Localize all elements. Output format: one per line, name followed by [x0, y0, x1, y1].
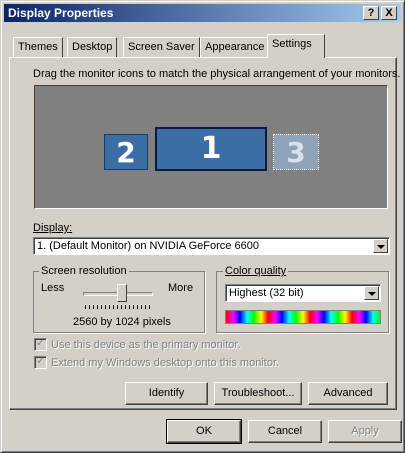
- primary-monitor-checkbox[interactable]: ✓: [34, 338, 47, 351]
- monitor-arrangement-area: 2 1 3: [34, 85, 388, 209]
- monitor-3[interactable]: 3: [273, 134, 319, 170]
- resolution-more-label: More: [168, 282, 194, 294]
- resolution-slider[interactable]: [83, 284, 153, 306]
- display-properties-window: Display Properties ? X Themes Desktop Sc…: [0, 0, 405, 453]
- title-bar[interactable]: Display Properties ? X: [4, 4, 401, 22]
- tab-appearance[interactable]: Appearance: [200, 37, 270, 57]
- chevron-down-icon[interactable]: [373, 239, 388, 253]
- tab-settings[interactable]: Settings: [267, 34, 325, 58]
- extend-desktop-label: Extend my Windows desktop onto this moni…: [51, 357, 280, 369]
- display-select-value: 1. (Default Monitor) on NVIDIA GeForce 6…: [37, 240, 259, 252]
- ok-button[interactable]: OK: [166, 419, 242, 444]
- cancel-button[interactable]: Cancel: [248, 420, 322, 443]
- tab-desktop[interactable]: Desktop: [67, 37, 118, 57]
- display-label: Display:: [33, 222, 73, 234]
- slider-ticks: [85, 305, 151, 309]
- tab-themes[interactable]: Themes: [13, 37, 63, 57]
- color-quality-select[interactable]: Highest (32 bit): [225, 284, 381, 302]
- identify-button[interactable]: Identify: [125, 382, 208, 405]
- color-quality-label: Color quality: [223, 265, 289, 277]
- instruction-text: Drag the monitor icons to match the phys…: [33, 68, 401, 80]
- tab-screen-saver[interactable]: Screen Saver: [123, 37, 200, 57]
- help-button[interactable]: ?: [363, 6, 379, 20]
- display-select[interactable]: 1. (Default Monitor) on NVIDIA GeForce 6…: [33, 237, 390, 255]
- color-quality-value: Highest (32 bit): [229, 287, 304, 299]
- advanced-button[interactable]: Advanced: [308, 382, 388, 405]
- resolution-value: 2560 by 1024 pixels: [73, 316, 171, 328]
- slider-thumb[interactable]: [117, 284, 127, 302]
- monitor-2[interactable]: 2: [104, 134, 148, 170]
- color-spectrum-bar: [225, 310, 381, 324]
- chevron-down-icon[interactable]: [364, 286, 379, 300]
- extend-desktop-checkbox[interactable]: ✓: [34, 356, 47, 369]
- apply-button[interactable]: Apply: [328, 420, 402, 443]
- close-button[interactable]: X: [381, 6, 397, 20]
- window-title: Display Properties: [8, 6, 114, 20]
- primary-monitor-label: Use this device as the primary monitor.: [51, 339, 241, 351]
- screen-resolution-label: Screen resolution: [39, 265, 129, 277]
- troubleshoot-button[interactable]: Troubleshoot...: [214, 382, 302, 405]
- monitor-1[interactable]: 1: [155, 127, 267, 171]
- resolution-less-label: Less: [41, 282, 65, 294]
